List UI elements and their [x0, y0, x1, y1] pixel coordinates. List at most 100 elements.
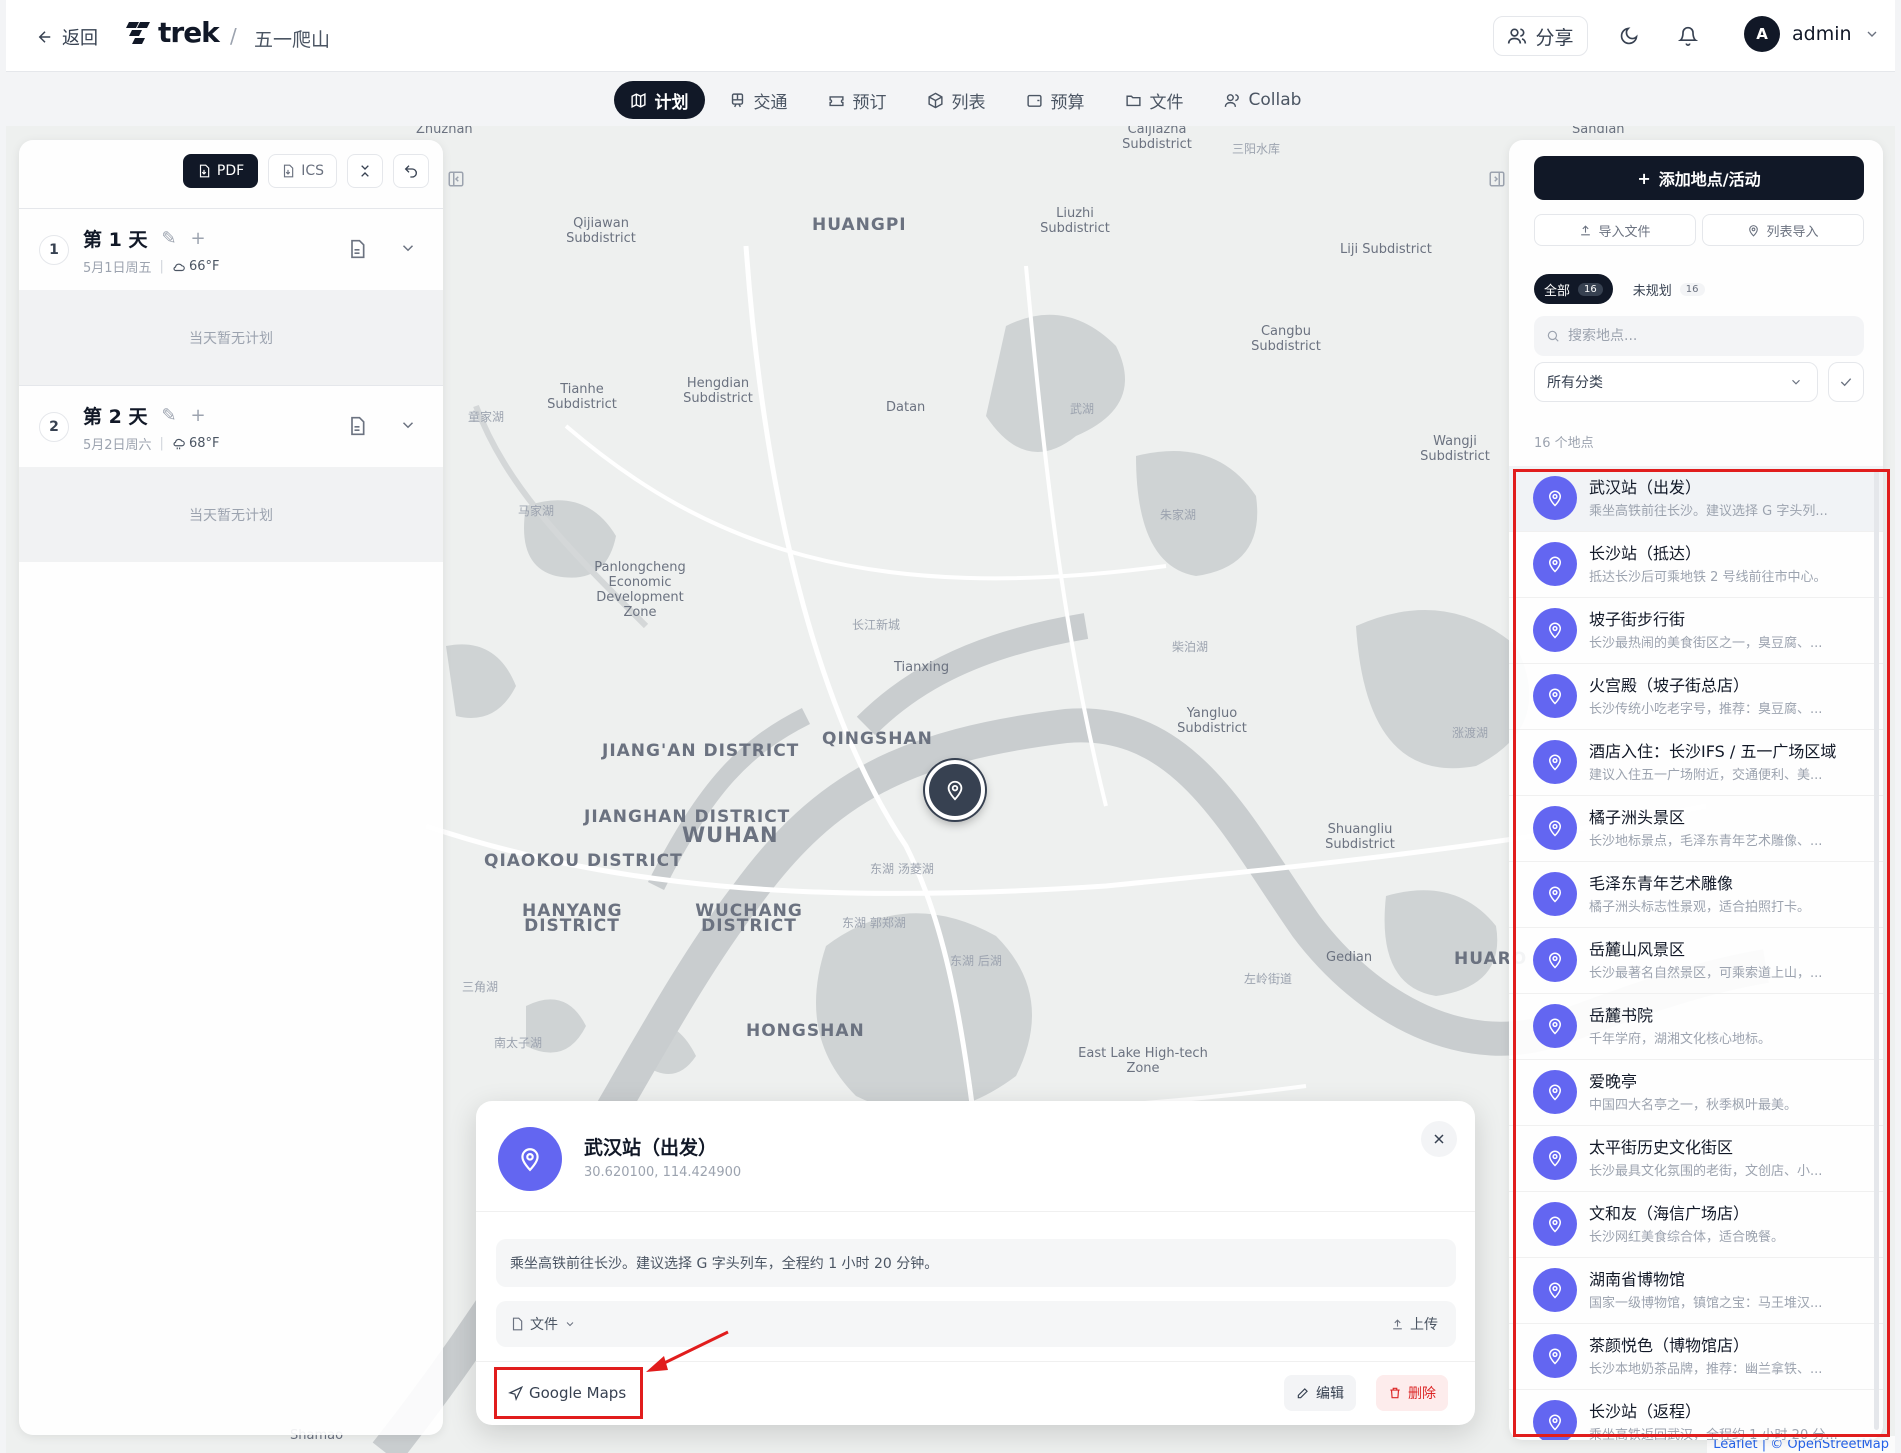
users-icon	[1224, 93, 1239, 107]
cloud-icon	[173, 263, 185, 271]
document-icon	[351, 416, 365, 436]
user-menu[interactable]: A admin	[1744, 16, 1880, 52]
place-item[interactable]: 岳麓山风景区 长沙最著名自然景区，可乘索道上山，...	[1509, 928, 1883, 994]
files-toggle[interactable]: 文件	[510, 1314, 576, 1334]
pencil-icon	[1297, 1388, 1308, 1399]
place-description: 中国四大名亭之一，秋季枫叶最美。	[1589, 1098, 1798, 1113]
map-label: 三阳水库	[1232, 142, 1281, 156]
map-pin-icon	[1548, 1216, 1562, 1233]
dark-mode-toggle[interactable]	[1617, 24, 1641, 48]
day-notes-button[interactable]	[347, 416, 367, 440]
place-item[interactable]: 毛泽东青年艺术雕像 橘子洲头标志性景观，适合拍照打卡。	[1509, 862, 1883, 928]
map-pin-icon	[1548, 1414, 1562, 1431]
map-label: 马家湖	[518, 504, 555, 518]
places-scrollbar[interactable]	[1874, 470, 1879, 1430]
undo-button[interactable]	[393, 154, 429, 188]
tab-files[interactable]: 文件	[1109, 81, 1200, 119]
logo-text: trek	[158, 16, 220, 49]
pencil-icon[interactable]: ✎	[161, 405, 176, 426]
select-all-button[interactable]	[1828, 362, 1864, 402]
export-pdf-button[interactable]: PDF	[182, 154, 259, 188]
day-date: 5月2日周六	[83, 438, 152, 453]
annotation-arrow	[646, 1330, 729, 1372]
place-item[interactable]: 太平街历史文化街区 长沙最具文化氛围的老街，文创店、小...	[1509, 1126, 1883, 1192]
map-pin-icon	[1548, 886, 1562, 903]
collapse-all-button[interactable]	[347, 154, 383, 188]
place-description: 千年学府，湖湘文化核心地标。	[1589, 1032, 1772, 1047]
place-item[interactable]: 文和友（海信广场店） 长沙网红美食综合体，适合晚餐。	[1509, 1192, 1883, 1258]
map-pin-icon	[1548, 1348, 1562, 1365]
moon-icon	[1620, 27, 1638, 45]
plus-icon[interactable]: +	[191, 228, 206, 249]
search-input[interactable]	[1568, 328, 1848, 344]
map-pin-icon	[1548, 1018, 1562, 1035]
place-description: 国家一级博物馆，镇馆之宝：马王堆汉...	[1589, 1296, 1823, 1311]
collapse-left-panel-button[interactable]	[447, 170, 465, 192]
map-label: Tianxing	[894, 660, 950, 675]
day-header[interactable]: 2 第 2 天 ✎ + 5月2日周六 | 68°F	[19, 385, 443, 467]
day-number: 2	[39, 412, 69, 442]
import-list-button[interactable]: 列表导入	[1702, 214, 1864, 246]
day-temp: 68°F	[188, 436, 220, 451]
place-item[interactable]: 茶颜悦色（博物馆店） 长沙本地奶茶品牌，推荐：幽兰拿铁、...	[1509, 1324, 1883, 1390]
google-maps-button[interactable]: Google Maps	[496, 1375, 638, 1411]
pencil-icon[interactable]: ✎	[161, 228, 176, 249]
day-expand-button[interactable]	[399, 416, 417, 438]
tab-plan[interactable]: 计划	[613, 81, 705, 119]
logo[interactable]: trek	[126, 16, 220, 49]
tab-list[interactable]: 列表	[911, 81, 1002, 119]
top-bar: 返回 trek / 五一爬山 分享 A admin	[6, 0, 1895, 72]
plus-icon[interactable]: +	[191, 405, 206, 426]
place-item[interactable]: 长沙站（返程） 乘坐高铁返回武汉，全程约 1 小时 20 分...	[1509, 1390, 1883, 1440]
place-item[interactable]: 长沙站（抵达） 抵达长沙后可乘地铁 2 号线前往市中心。	[1509, 532, 1883, 598]
user-name: admin	[1792, 23, 1852, 45]
edit-button[interactable]: 编辑	[1284, 1375, 1356, 1411]
day-header[interactable]: 1 第 1 天 ✎ + 5月1日周五 | 66°F	[19, 208, 443, 290]
tab-transport[interactable]: 交通	[713, 81, 804, 119]
back-button[interactable]: 返回	[36, 24, 98, 50]
place-item[interactable]: 坡子街步行街 长沙最热闹的美食街区之一，臭豆腐、...	[1509, 598, 1883, 664]
place-item[interactable]: 火宫殿（坡子街总店） 长沙传统小吃老字号，推荐：臭豆腐、...	[1509, 664, 1883, 730]
import-file-button[interactable]: 导入文件	[1534, 214, 1696, 246]
map-label: Cangbu Subdistrict	[1251, 324, 1321, 354]
category-select[interactable]: 所有分类	[1534, 362, 1818, 402]
tab-budget[interactable]: 预算	[1010, 81, 1101, 119]
upload-button[interactable]: 上传	[1391, 1314, 1438, 1334]
place-description: 乘坐高铁返回武汉，全程约 1 小时 20 分...	[1589, 1428, 1838, 1440]
check-icon	[1840, 378, 1852, 387]
trek-logo-icon	[126, 21, 150, 44]
map-label: Caijiazha Subdistrict	[1122, 126, 1192, 152]
tab-collab[interactable]: Collab	[1208, 81, 1318, 119]
search-box	[1534, 316, 1864, 356]
place-item[interactable]: 爱晚亭 中国四大名亭之一，秋季枫叶最美。	[1509, 1060, 1883, 1126]
place-description: 长沙本地奶茶品牌，推荐：幽兰拿铁、...	[1589, 1362, 1823, 1377]
map-label: HONGSHAN	[746, 1021, 865, 1041]
place-item[interactable]: 橘子洲头景区 长沙地标景点，毛泽东青年艺术雕像、...	[1509, 796, 1883, 862]
map-label: WUHAN	[682, 823, 779, 847]
document-icon	[351, 239, 365, 259]
place-item[interactable]: 武汉站（出发） 乘坐高铁前往长沙。建议选择 G 字头列...	[1509, 466, 1883, 532]
map-pin-icon	[1548, 952, 1562, 969]
close-button[interactable]	[1421, 1121, 1457, 1157]
map-marker[interactable]	[925, 760, 985, 820]
filter-chip-all[interactable]: 全部 16	[1534, 274, 1613, 304]
tab-bookings[interactable]: 预订	[812, 81, 903, 119]
share-button[interactable]: 分享	[1493, 16, 1588, 56]
place-item[interactable]: 酒店入住：长沙IFS / 五一广场区域 建议入住五一广场附近，交通便利、美...	[1509, 730, 1883, 796]
trash-icon	[1390, 1387, 1400, 1399]
place-icon	[1533, 1268, 1577, 1312]
map-label: Wangji Subdistrict	[1420, 434, 1490, 464]
place-item[interactable]: 湖南省博物馆 国家一级博物馆，镇馆之宝：马王堆汉...	[1509, 1258, 1883, 1324]
add-place-button[interactable]: + 添加地点/活动	[1534, 156, 1864, 200]
place-icon	[1533, 476, 1577, 520]
map-pin-icon	[947, 780, 963, 801]
delete-button[interactable]: 删除	[1376, 1375, 1448, 1411]
place-description: 长沙最热闹的美食街区之一，臭豆腐、...	[1589, 636, 1823, 651]
day-notes-button[interactable]	[347, 239, 367, 263]
place-item[interactable]: 岳麓书院 千年学府，湖湘文化核心地标。	[1509, 994, 1883, 1060]
collapse-right-panel-button[interactable]	[1488, 170, 1506, 192]
notifications-button[interactable]	[1676, 24, 1700, 48]
day-expand-button[interactable]	[399, 239, 417, 261]
export-ics-button[interactable]: ICS	[268, 154, 337, 188]
filter-chip-unplanned[interactable]: 未规划 16	[1623, 274, 1715, 304]
